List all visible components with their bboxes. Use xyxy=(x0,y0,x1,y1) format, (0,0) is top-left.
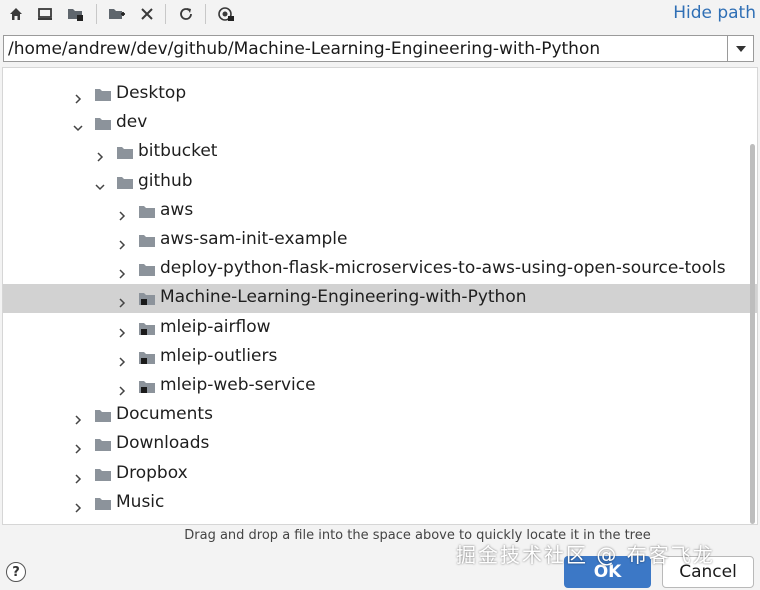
tree-item-label: mleip-web-service xyxy=(160,375,316,395)
hide-path-link[interactable]: Hide path xyxy=(673,3,756,23)
toolbar-separator xyxy=(96,4,97,24)
toolbar-separator xyxy=(165,4,166,24)
chevron-right-icon[interactable] xyxy=(117,323,127,338)
watermark: 掘金技术社区 @ 布客飞龙 xyxy=(456,543,715,567)
chevron-right-icon[interactable] xyxy=(117,206,127,221)
folder-icon xyxy=(138,204,156,219)
tree-item-label: Music xyxy=(116,491,165,512)
project-folder-icon xyxy=(138,291,156,306)
chevron-right-icon[interactable] xyxy=(73,498,83,513)
tree-item-label: Desktop xyxy=(116,83,187,103)
show-hidden-icon[interactable] xyxy=(215,4,237,24)
tree-row[interactable]: mleip-outliers xyxy=(3,343,757,372)
folder-icon xyxy=(116,175,134,190)
desktop-icon[interactable] xyxy=(34,4,56,24)
toolbar-separator xyxy=(205,4,206,24)
folder-icon xyxy=(138,233,156,248)
chevron-right-icon[interactable] xyxy=(73,469,83,484)
tree-row[interactable]: Desktop xyxy=(3,80,757,109)
help-button[interactable]: ? xyxy=(6,562,26,582)
folder-icon xyxy=(94,408,112,423)
project-folder-icon xyxy=(138,379,156,394)
chevron-right-icon[interactable] xyxy=(117,381,127,396)
tree-row[interactable]: Machine-Learning-Engineering-with-Python xyxy=(3,284,757,314)
chevron-right-icon[interactable] xyxy=(73,439,83,454)
project-folder-icon xyxy=(138,321,156,336)
tree-item-label: Machine-Learning-Engineering-with-Python xyxy=(160,287,527,308)
home-icon[interactable] xyxy=(5,4,27,24)
tree-row[interactable]: dev xyxy=(3,109,757,138)
tree-item-label: aws-sam-init-example xyxy=(160,229,348,249)
chevron-right-icon[interactable] xyxy=(117,235,127,250)
tree-item-label: Downloads xyxy=(116,433,210,454)
tree-row[interactable]: aws xyxy=(3,197,757,226)
tree-row[interactable]: Dropbox xyxy=(3,460,757,489)
chevron-down-icon xyxy=(735,45,746,52)
tree-row[interactable]: mleip-web-service xyxy=(3,372,757,401)
vertical-scrollbar[interactable] xyxy=(750,144,755,524)
tree-item-label: aws xyxy=(160,199,194,220)
project-folder-icon xyxy=(138,350,156,365)
folder-icon xyxy=(94,116,112,131)
path-combobox[interactable] xyxy=(3,35,754,62)
chevron-right-icon[interactable] xyxy=(95,147,105,162)
tree-item-label: deploy-python-flask-microservices-to-aws… xyxy=(160,258,726,279)
tree-item-label: dev xyxy=(116,112,148,133)
chevron-right-icon[interactable] xyxy=(117,352,127,367)
path-dropdown-button[interactable] xyxy=(727,36,753,61)
toolbar: Hide path xyxy=(0,0,760,30)
folder-icon xyxy=(94,496,112,511)
tree-item-label: mleip-outliers xyxy=(160,345,278,366)
tree-row[interactable]: Downloads xyxy=(3,430,757,459)
folder-icon xyxy=(138,262,156,277)
tree-row[interactable]: Documents xyxy=(3,401,757,430)
tree-row[interactable]: github xyxy=(3,168,757,197)
tree-row[interactable]: mleip-airflow xyxy=(3,314,757,343)
chevron-right-icon[interactable] xyxy=(73,89,83,104)
directory-tree[interactable]: Desktop dev bitbucket github aws aws-sam-init… xyxy=(2,67,758,525)
chevron-down-icon[interactable] xyxy=(73,118,83,132)
tree-row[interactable]: Music xyxy=(3,489,757,518)
tree-item-label: bitbucket xyxy=(138,141,218,162)
new-folder-icon[interactable] xyxy=(106,4,128,24)
tree-row[interactable]: aws-sam-init-example xyxy=(3,226,757,255)
tree-item-label: Dropbox xyxy=(116,462,188,483)
chevron-right-icon[interactable] xyxy=(117,293,127,308)
chevron-down-icon[interactable] xyxy=(95,177,105,190)
folder-icon xyxy=(94,87,112,102)
tree-row[interactable]: bitbucket xyxy=(3,138,757,167)
tree-item-label: Documents xyxy=(116,404,213,425)
folder-icon xyxy=(116,145,134,160)
chevron-right-icon[interactable] xyxy=(117,264,127,279)
tree-item-label: mleip-airflow xyxy=(160,316,271,337)
tree-row[interactable]: deploy-python-flask-microservices-to-aws… xyxy=(3,255,757,284)
refresh-icon[interactable] xyxy=(175,4,197,24)
project-folder-icon[interactable] xyxy=(65,4,87,24)
folder-icon xyxy=(94,467,112,482)
tree-item-label: github xyxy=(138,170,193,191)
delete-icon[interactable] xyxy=(136,4,158,24)
chevron-right-icon[interactable] xyxy=(73,410,83,425)
folder-icon xyxy=(94,437,112,452)
path-input[interactable] xyxy=(4,36,728,61)
